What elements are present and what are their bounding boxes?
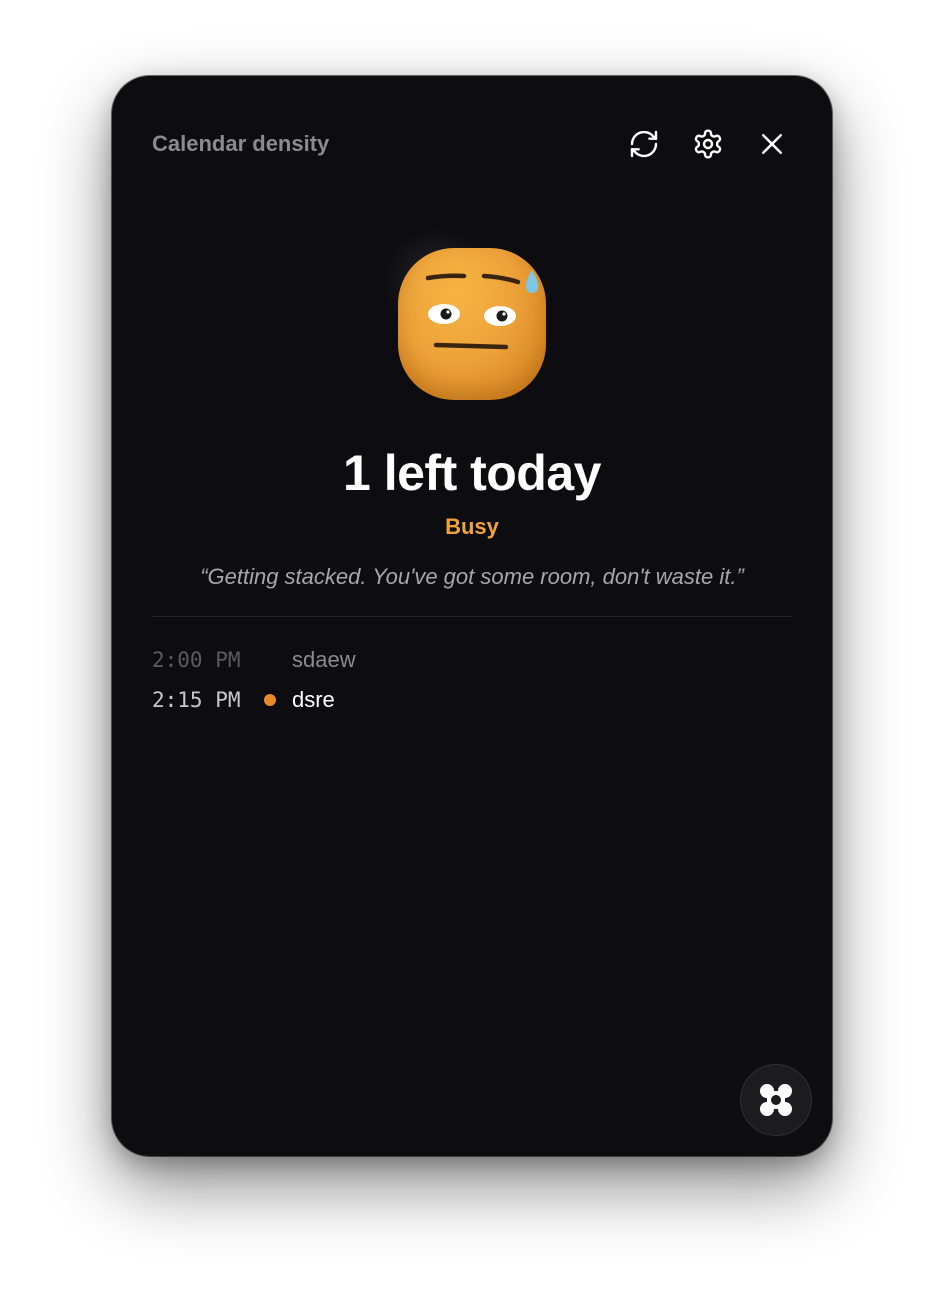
app-logo-button[interactable]: [740, 1064, 812, 1136]
refresh-button[interactable]: [620, 120, 668, 168]
face-features: [425, 270, 538, 350]
current-event-dot: [264, 694, 276, 706]
mood-emoji: [382, 226, 562, 406]
sweating-face-icon: [398, 248, 546, 400]
event-list: 2:00 PM sdaew 2:15 PM dsre: [152, 640, 792, 720]
event-dot-placeholder: [264, 654, 276, 666]
close-button[interactable]: [748, 120, 796, 168]
remaining-count: 1 left today: [343, 445, 601, 501]
event-title: sdaew: [292, 647, 356, 672]
header-actions: [620, 120, 796, 168]
event-time: 2:15 PM: [152, 688, 241, 712]
settings-button[interactable]: [684, 120, 732, 168]
event-title: dsre: [292, 687, 335, 712]
app-logo-icon: [760, 1084, 792, 1116]
refresh-icon: [630, 130, 658, 158]
status-label: Busy: [445, 514, 499, 539]
stage: Calendar density 1 left today Busy “Gett…: [0, 0, 944, 1304]
divider: [152, 616, 792, 617]
event-time: 2:00 PM: [152, 648, 241, 672]
close-icon: [762, 134, 782, 154]
gear-icon: [694, 129, 722, 159]
mood-quote: “Getting stacked. You've got some room, …: [200, 564, 744, 589]
event-row[interactable]: 2:00 PM sdaew: [152, 640, 792, 680]
event-row[interactable]: 2:15 PM dsre: [152, 680, 792, 720]
widget-window: Calendar density 1 left today Busy “Gett…: [112, 76, 832, 1156]
header: Calendar density: [152, 120, 792, 168]
widget-title: Calendar density: [152, 131, 330, 156]
